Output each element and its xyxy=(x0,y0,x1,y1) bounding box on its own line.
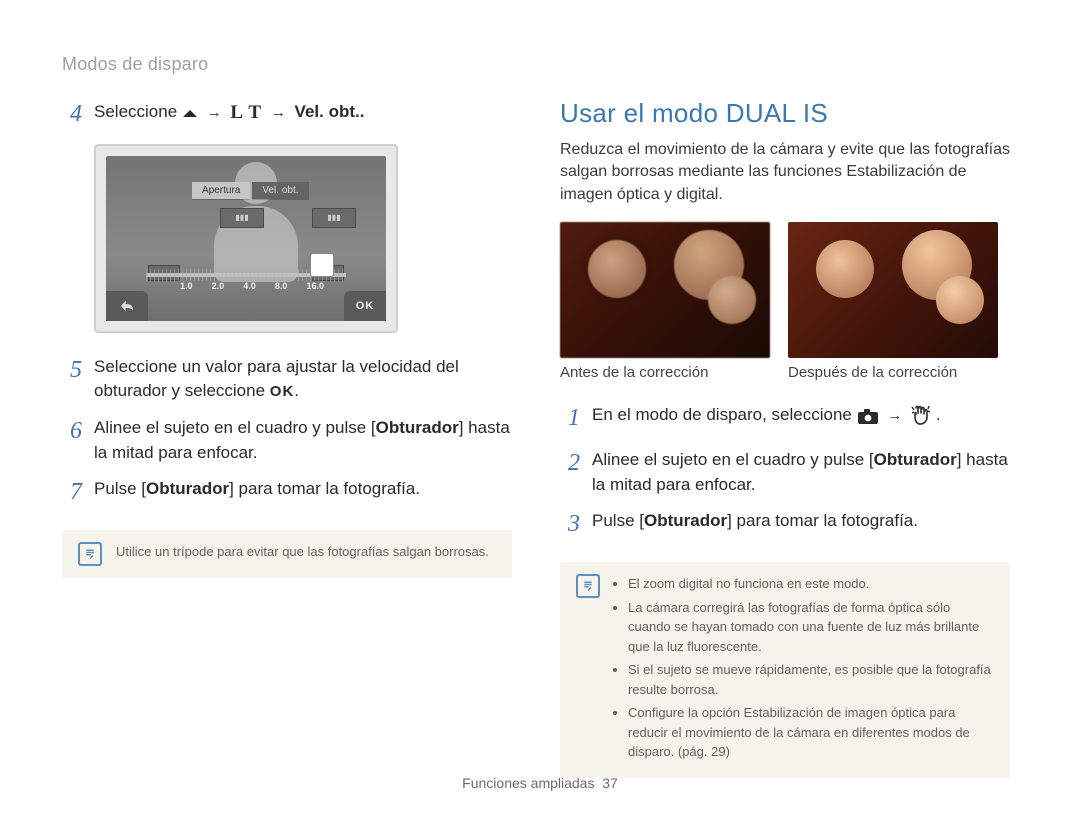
step-3-right: 3 Pulse [Obturador] para tomar la fotogr… xyxy=(560,509,1010,542)
comparison-photos xyxy=(560,222,1010,358)
step-number: 4 xyxy=(62,97,82,132)
arrow-icon: → xyxy=(271,104,286,121)
step-6: 6 Alinee el sujeto en el cuadro y pulse … xyxy=(62,416,512,465)
slider-ticks: 1.0 2.0 4.0 8.0 16.0 xyxy=(180,281,324,291)
arrow-icon: → xyxy=(207,104,222,121)
note-text: Utilice un trípode para evitar que las f… xyxy=(116,542,489,562)
step-1-right: 1 En el modo de disparo, seleccione → . xyxy=(560,403,1010,436)
indicator-box: ▮▮▮ xyxy=(220,208,264,228)
step-7: 7 Pulse [Obturador] para tomar la fotogr… xyxy=(62,477,512,510)
arrow-icon: → xyxy=(887,407,902,424)
step-number: 2 xyxy=(560,446,580,497)
lt-icon: L T xyxy=(230,102,262,123)
step-number: 5 xyxy=(62,353,82,404)
step-4: 4 Seleccione → L T → Vel. obt.. xyxy=(62,99,512,132)
tab-apertura: Apertura xyxy=(192,182,250,199)
caption-before: Antes de la corrección xyxy=(560,364,770,381)
step-number: 6 xyxy=(62,414,82,465)
note-list: El zoom digital no funciona en este modo… xyxy=(614,574,994,766)
step-number: 7 xyxy=(62,475,82,510)
step-2-right: 2 Alinee el sujeto en el cuadro y pulse … xyxy=(560,448,1010,497)
indicator-box: ▮▮▮ xyxy=(312,208,356,228)
step4-text-b: Vel. obt.. xyxy=(295,102,365,121)
heading-dual-is: Usar el modo DUAL IS xyxy=(560,98,1010,129)
breadcrumb: Modos de disparo xyxy=(62,54,512,75)
tab-vel-obt: Vel. obt. xyxy=(252,182,308,199)
slider-marker xyxy=(310,253,334,277)
lead: Reduzca el movimiento de la cámara y evi… xyxy=(560,139,1010,206)
note-icon xyxy=(576,574,600,598)
camera-screen-mock: Apertura Vel. obt. ▮▮▮ ▮▮▮ 1.0 2.0 4.0 8… xyxy=(94,144,398,333)
step-number: 1 xyxy=(560,401,580,436)
footer: Funciones ampliadas 37 xyxy=(0,775,1080,791)
back-button-icon xyxy=(106,291,148,321)
ok-glyph: OK xyxy=(270,383,295,400)
dual-is-icon xyxy=(911,405,931,433)
photo-after xyxy=(788,222,998,358)
camera-icon xyxy=(857,408,879,433)
note-box: El zoom digital no funciona en este modo… xyxy=(560,562,1010,778)
step-number: 3 xyxy=(560,507,580,542)
ok-button-icon: OK xyxy=(344,291,386,321)
note-icon xyxy=(78,542,102,566)
step-5: 5 Seleccione un valor para ajustar la ve… xyxy=(62,355,512,404)
caption-after: Después de la corrección xyxy=(788,364,998,381)
step4-text-a: Seleccione xyxy=(94,102,182,121)
note-box: Utilice un trípode para evitar que las f… xyxy=(62,530,512,578)
photo-before xyxy=(560,222,770,358)
chevron-up-icon xyxy=(182,103,198,128)
